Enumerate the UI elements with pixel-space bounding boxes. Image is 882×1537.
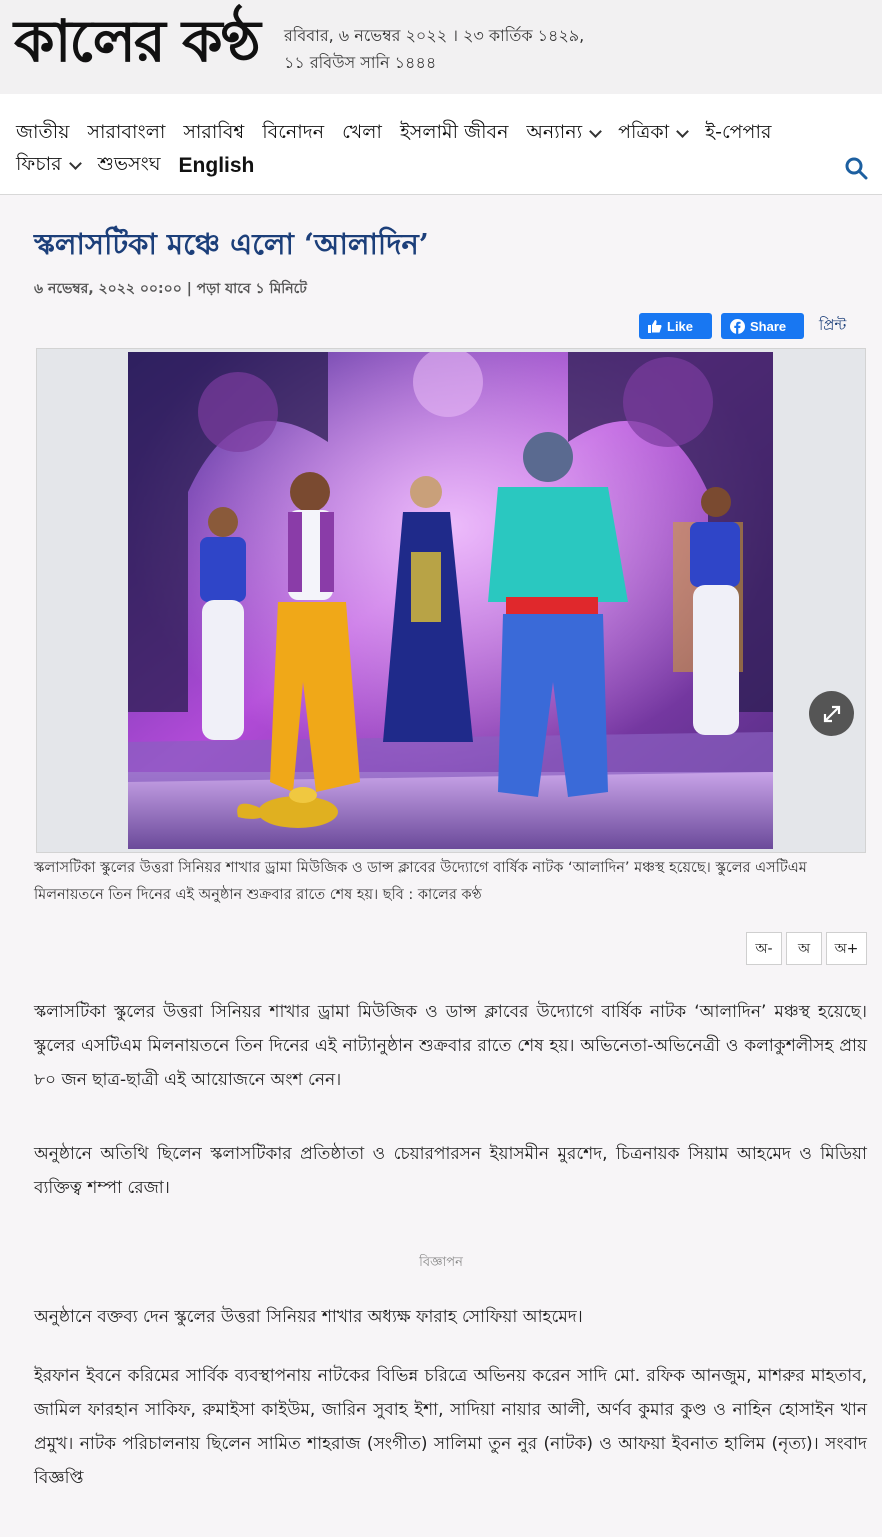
nav-item-entertainment[interactable]: বিনোদন [262,118,324,150]
stage-photo [128,352,773,849]
expand-image-button[interactable] [809,691,854,736]
share-label: Share [750,318,787,334]
nav-item-country[interactable]: সারাবাংলা [87,118,165,150]
search-icon[interactable] [844,156,868,180]
nav-label: ই-পেপার [705,121,772,143]
nav-item-feature[interactable]: ফিচার [16,150,82,182]
image-caption: স্কলাসটিকা স্কুলের উত্তরা সিনিয়র শাখার … [34,860,807,903]
site-header: কালের কণ্ঠ রবিবার, ৬ নভেম্বর ২০২২ । ২৩ ক… [0,0,882,94]
article-paragraph: স্কলাসটিকা স্কুলের উত্তরা সিনিয়র শাখার … [34,1002,867,1090]
advertisement-label: বিজ্ঞাপন [419,1255,463,1270]
article-headline: স্কলাসটিকা মঞ্চে এলো ‘আলাদিন’ [34,227,429,261]
main-nav: জাতীয় সারাবাংলা সারাবিশ্ব বিনোদন খেলা ই… [0,94,882,195]
nav-label: অন্যান্য [526,121,583,143]
nav-item-newspaper[interactable]: পত্রিকা [618,118,690,150]
facebook-share-button[interactable]: Share [721,313,804,339]
nav-item-world[interactable]: সারাবিশ্ব [183,118,244,150]
print-link[interactable]: প্রিন্ট [819,314,846,339]
nav-item-shuvosangho[interactable]: শুভসংঘ [98,150,161,182]
date-line: রবিবার, ৬ নভেম্বর ২০২২ । ২৩ কার্তিক ১৪২৯… [284,26,585,72]
nav-item-sports[interactable]: খেলা [342,118,382,150]
nav-label: সারাবাংলা [87,121,166,143]
facebook-icon [730,318,745,334]
chevron-down-icon [589,125,602,138]
article-paragraph: ইরফান ইবনে করিমের সার্বিক ব্যবস্থাপনায় … [34,1366,867,1488]
nav-item-epaper[interactable]: ই-পেপার [705,118,771,150]
nav-row-1: জাতীয় সারাবাংলা সারাবিশ্ব বিনোদন খেলা ই… [16,118,771,150]
nav-label: ফিচার [16,153,62,175]
thumbs-up-icon [648,320,662,333]
article-paragraph: অনুষ্ঠানে অতিথি ছিলেন স্কলাসটিকার প্রতিষ… [34,1144,867,1198]
nav-item-english[interactable]: English [179,154,255,178]
nav-label: ইসলামী জীবন [399,121,509,143]
chevron-down-icon [68,157,82,170]
article-paragraph: অনুষ্ঠানে বক্তব্য দেন স্কুলের উত্তরা সিন… [34,1307,583,1327]
font-increase-button[interactable]: অ+ [826,932,867,965]
expand-icon [823,705,840,722]
facebook-like-button[interactable]: Like [639,313,712,339]
nav-label: খেলা [342,121,382,143]
share-bar: Like Share প্রিন্ট [639,313,846,339]
nav-item-islamic-life[interactable]: ইসলামী জীবন [400,118,508,150]
site-logo[interactable]: কালের কণ্ঠ [14,4,261,78]
chevron-down-icon [676,125,690,138]
nav-label: বিনোদন [262,121,325,143]
nav-item-others[interactable]: অন্যান্য [526,118,602,150]
nav-label: শুভসংঘ [97,153,161,175]
article-meta: ৬ নভেম্বর, ২০২২ ০০:০০ | পড়া যাবে ১ মিনি… [34,281,307,297]
font-reset-button[interactable]: অ [786,932,822,965]
nav-row-2: ফিচার শুভসংঘ English [16,150,254,182]
font-size-controls: অ- অ অ+ [746,932,867,965]
nav-item-national[interactable]: জাতীয় [16,118,69,150]
featured-image-frame [36,348,866,853]
like-label: Like [667,318,694,334]
nav-label: পত্রিকা [618,121,670,143]
font-decrease-button[interactable]: অ- [746,932,782,965]
nav-label: জাতীয় [16,121,70,143]
nav-label: সারাবিশ্ব [183,121,245,143]
